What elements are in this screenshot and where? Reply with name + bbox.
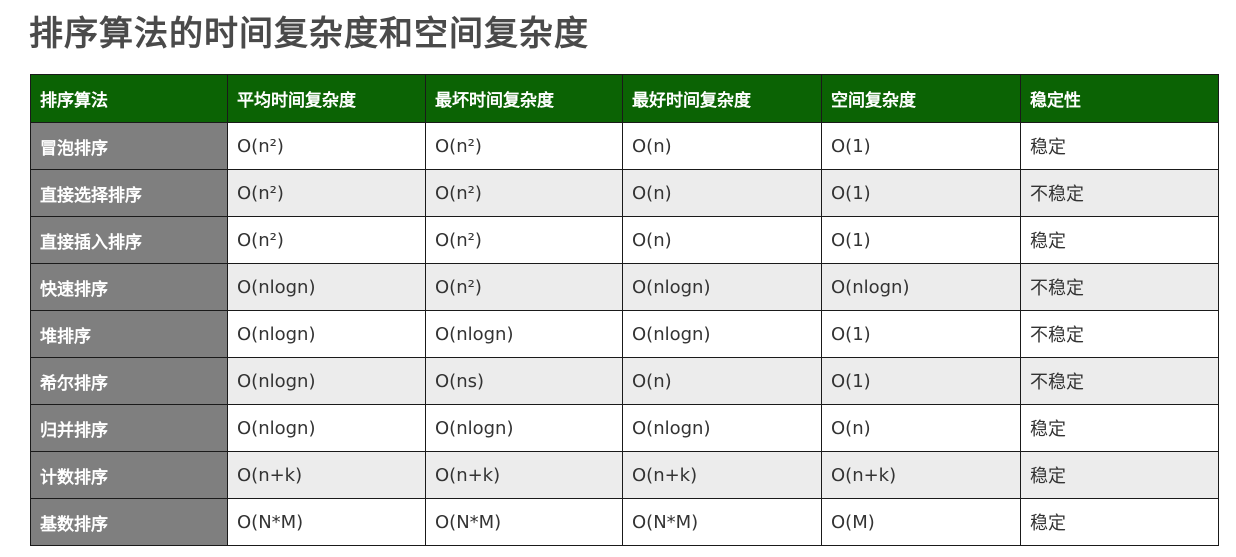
stability-cell: 稳定	[1020, 122, 1219, 170]
header-stability: 稳定性	[1020, 74, 1219, 123]
average-time-cell: O(n²)	[227, 216, 426, 264]
algorithm-name-cell: 计数排序	[30, 451, 228, 499]
average-time-cell: O(nlogn)	[227, 404, 426, 452]
best-time-cell: O(n+k)	[622, 451, 822, 499]
complexity-table: 排序算法 平均时间复杂度 最坏时间复杂度 最好时间复杂度 空间复杂度 稳定性 冒…	[30, 74, 1219, 546]
best-time-cell: O(nlogn)	[622, 310, 822, 358]
space-cell: O(M)	[821, 498, 1021, 546]
header-row: 排序算法 平均时间复杂度 最坏时间复杂度 最好时间复杂度 空间复杂度 稳定性	[30, 74, 1219, 123]
complexity-table-container: 排序算法 平均时间复杂度 最坏时间复杂度 最好时间复杂度 空间复杂度 稳定性 冒…	[30, 74, 1219, 546]
best-time-cell: O(nlogn)	[622, 263, 822, 311]
header-average-time: 平均时间复杂度	[227, 74, 426, 123]
space-cell: O(n+k)	[821, 451, 1021, 499]
worst-time-cell: O(ns)	[425, 357, 623, 405]
table-row: 冒泡排序 O(n²) O(n²) O(n) O(1) 稳定	[30, 122, 1219, 170]
worst-time-cell: O(nlogn)	[425, 310, 623, 358]
table-row: 直接选择排序 O(n²) O(n²) O(n) O(1) 不稳定	[30, 169, 1219, 217]
table-row: 堆排序 O(nlogn) O(nlogn) O(nlogn) O(1) 不稳定	[30, 310, 1219, 358]
best-time-cell: O(n)	[622, 216, 822, 264]
algorithm-name-cell: 基数排序	[30, 498, 228, 546]
best-time-cell: O(N*M)	[622, 498, 822, 546]
space-cell: O(n)	[821, 404, 1021, 452]
table-row: 归并排序 O(nlogn) O(nlogn) O(nlogn) O(n) 稳定	[30, 404, 1219, 452]
header-best-time: 最好时间复杂度	[622, 74, 822, 123]
table-row: 基数排序 O(N*M) O(N*M) O(N*M) O(M) 稳定	[30, 498, 1219, 546]
average-time-cell: O(n²)	[227, 122, 426, 170]
average-time-cell: O(n²)	[227, 169, 426, 217]
average-time-cell: O(nlogn)	[227, 357, 426, 405]
worst-time-cell: O(n²)	[425, 263, 623, 311]
table-row: 直接插入排序 O(n²) O(n²) O(n) O(1) 稳定	[30, 216, 1219, 264]
space-cell: O(1)	[821, 310, 1021, 358]
header-space: 空间复杂度	[821, 74, 1021, 123]
table-row: 计数排序 O(n+k) O(n+k) O(n+k) O(n+k) 稳定	[30, 451, 1219, 499]
best-time-cell: O(n)	[622, 122, 822, 170]
stability-cell: 稳定	[1020, 451, 1219, 499]
table-row: 希尔排序 O(nlogn) O(ns) O(n) O(1) 不稳定	[30, 357, 1219, 405]
stability-cell: 不稳定	[1020, 169, 1219, 217]
algorithm-name-cell: 希尔排序	[30, 357, 228, 405]
algorithm-name-cell: 快速排序	[30, 263, 228, 311]
average-time-cell: O(nlogn)	[227, 310, 426, 358]
average-time-cell: O(N*M)	[227, 498, 426, 546]
space-cell: O(1)	[821, 216, 1021, 264]
worst-time-cell: O(n²)	[425, 122, 623, 170]
space-cell: O(nlogn)	[821, 263, 1021, 311]
header-algorithm: 排序算法	[30, 74, 228, 123]
space-cell: O(1)	[821, 122, 1021, 170]
worst-time-cell: O(nlogn)	[425, 404, 623, 452]
stability-cell: 稳定	[1020, 404, 1219, 452]
best-time-cell: O(n)	[622, 169, 822, 217]
table-body: 冒泡排序 O(n²) O(n²) O(n) O(1) 稳定 直接选择排序 O(n…	[30, 122, 1219, 546]
average-time-cell: O(n+k)	[227, 451, 426, 499]
space-cell: O(1)	[821, 357, 1021, 405]
worst-time-cell: O(n²)	[425, 169, 623, 217]
table-header: 排序算法 平均时间复杂度 最坏时间复杂度 最好时间复杂度 空间复杂度 稳定性	[30, 74, 1219, 123]
page-title: 排序算法的时间复杂度和空间复杂度	[29, 14, 589, 54]
worst-time-cell: O(n+k)	[425, 451, 623, 499]
table-row: 快速排序 O(nlogn) O(n²) O(nlogn) O(nlogn) 不稳…	[30, 263, 1219, 311]
header-worst-time: 最坏时间复杂度	[425, 74, 623, 123]
stability-cell: 不稳定	[1020, 357, 1219, 405]
space-cell: O(1)	[821, 169, 1021, 217]
stability-cell: 不稳定	[1020, 310, 1219, 358]
stability-cell: 不稳定	[1020, 263, 1219, 311]
algorithm-name-cell: 直接选择排序	[30, 169, 228, 217]
algorithm-name-cell: 归并排序	[30, 404, 228, 452]
algorithm-name-cell: 堆排序	[30, 310, 228, 358]
best-time-cell: O(n)	[622, 357, 822, 405]
stability-cell: 稳定	[1020, 216, 1219, 264]
average-time-cell: O(nlogn)	[227, 263, 426, 311]
algorithm-name-cell: 冒泡排序	[30, 122, 228, 170]
algorithm-name-cell: 直接插入排序	[30, 216, 228, 264]
worst-time-cell: O(n²)	[425, 216, 623, 264]
stability-cell: 稳定	[1020, 498, 1219, 546]
worst-time-cell: O(N*M)	[425, 498, 623, 546]
best-time-cell: O(nlogn)	[622, 404, 822, 452]
